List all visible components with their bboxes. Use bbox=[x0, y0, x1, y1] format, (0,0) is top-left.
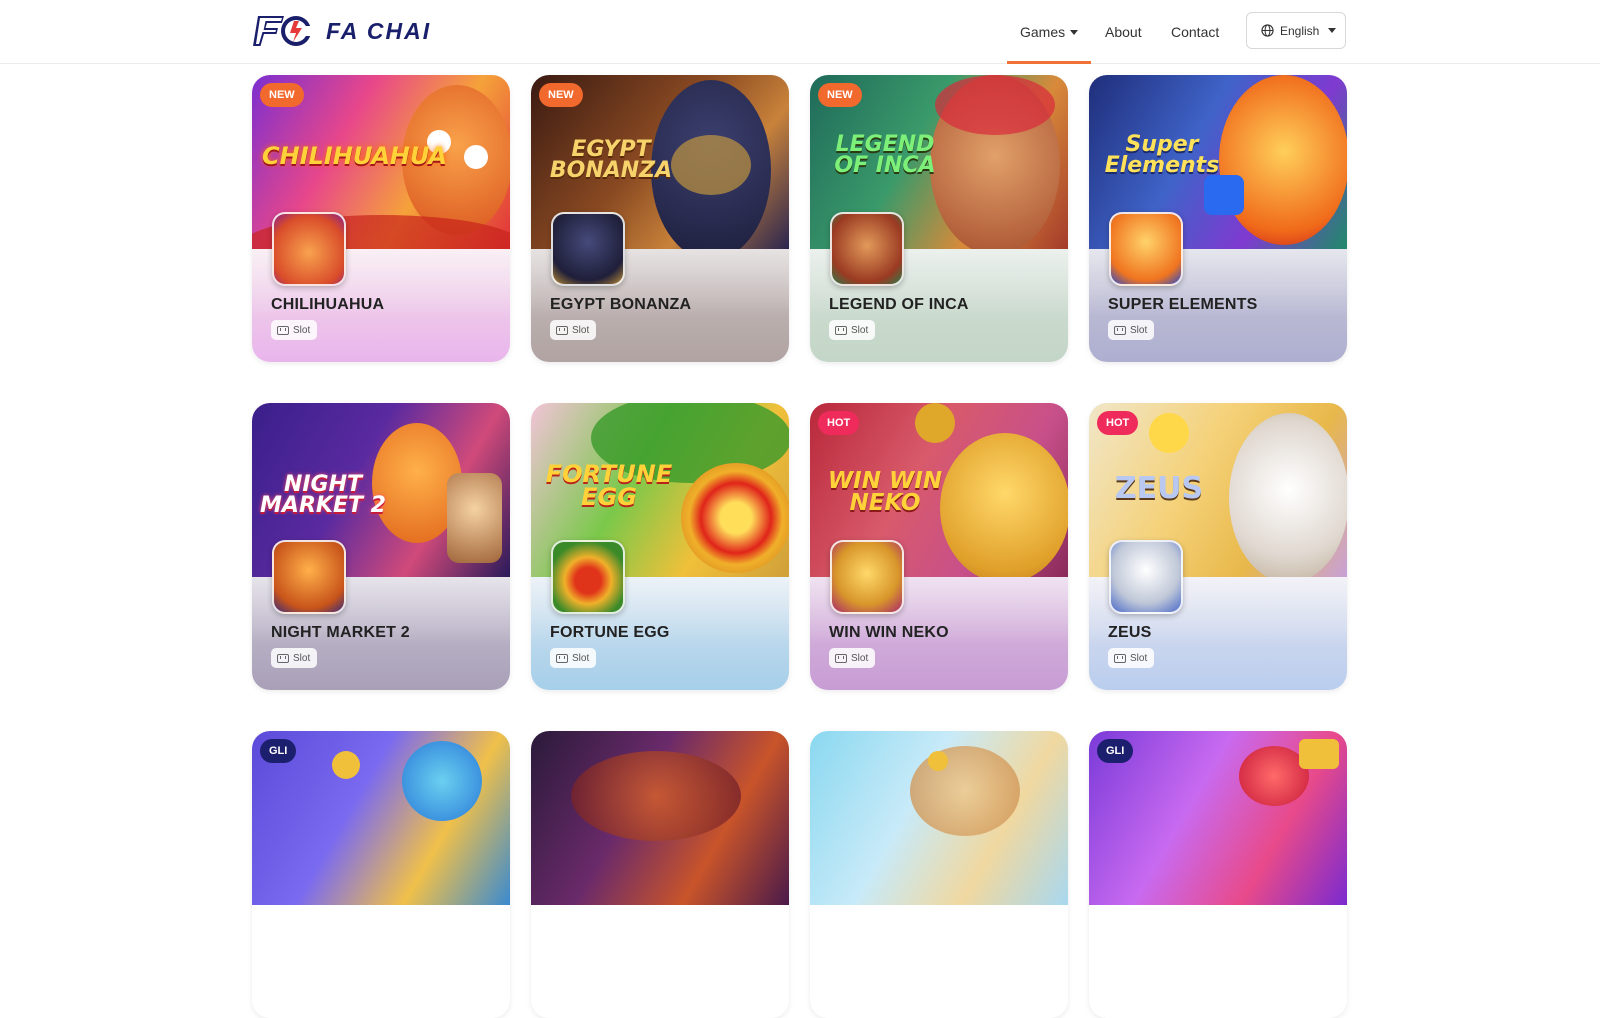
game-category-tag: Slot bbox=[829, 648, 876, 668]
game-title: WIN WIN NEKO bbox=[829, 624, 949, 641]
chevron-down-icon bbox=[1328, 28, 1337, 33]
nav-about-label: About bbox=[1105, 24, 1142, 40]
game-art-logo: ZEUS bbox=[1114, 471, 1204, 506]
game-category-label: Slot bbox=[1130, 324, 1148, 336]
game-card-win-win-neko[interactable]: WIN WIN NEKO HOT WIN WIN NEKO Slot bbox=[810, 403, 1068, 690]
game-category-tag: Slot bbox=[271, 648, 318, 668]
game-thumbnail bbox=[1109, 212, 1183, 286]
game-category-tag: Slot bbox=[1108, 320, 1155, 340]
game-card-zeus[interactable]: ZEUS HOT ZEUS Slot bbox=[1089, 403, 1347, 690]
gli-badge: GLI bbox=[1097, 739, 1134, 763]
game-thumbnail bbox=[830, 212, 904, 286]
game-art-logo: EGYPT BONANZA bbox=[549, 137, 673, 183]
game-art-logo: NIGHT MARKET 2 bbox=[260, 472, 386, 518]
language-label: English bbox=[1280, 23, 1320, 38]
slot-machine-icon bbox=[277, 325, 289, 335]
slot-machine-icon bbox=[835, 653, 847, 663]
nav-games-label: Games bbox=[1020, 24, 1066, 40]
game-card-legend-of-inca[interactable]: LEGEND OF INCA NEW LEGEND OF INCA Slot bbox=[810, 75, 1068, 362]
game-category-tag: Slot bbox=[550, 320, 597, 340]
language-selector[interactable]: English bbox=[1246, 12, 1346, 49]
game-category-label: Slot bbox=[293, 324, 311, 336]
game-title: NIGHT MARKET 2 bbox=[271, 624, 410, 641]
gli-badge: GLI bbox=[260, 739, 297, 763]
fachai-logo-icon bbox=[252, 13, 314, 49]
game-title: LEGEND OF INCA bbox=[829, 296, 969, 313]
game-category-tag: Slot bbox=[550, 648, 597, 668]
brand-logo[interactable]: FA CHAI bbox=[252, 13, 431, 49]
game-category-tag: Slot bbox=[271, 320, 318, 340]
game-title: EGYPT BONANZA bbox=[550, 296, 692, 313]
site-header: FA CHAI Games About Contact English bbox=[0, 0, 1600, 64]
new-badge: NEW bbox=[539, 83, 583, 107]
slot-machine-icon bbox=[556, 325, 568, 335]
game-card[interactable] bbox=[531, 731, 789, 1018]
nav-contact[interactable]: Contact bbox=[1171, 0, 1219, 64]
new-badge: NEW bbox=[818, 83, 862, 107]
nav-about[interactable]: About bbox=[1105, 0, 1142, 64]
game-art-logo: Super Elements bbox=[1104, 132, 1220, 178]
game-card-super-elements[interactable]: Super Elements SUPER ELEMENTS Slot bbox=[1089, 75, 1347, 362]
game-title: FORTUNE EGG bbox=[550, 624, 670, 641]
game-card-chilihuahua[interactable]: CHILIHUAHUA NEW CHILIHUAHUA Slot bbox=[252, 75, 510, 362]
game-category-label: Slot bbox=[293, 652, 311, 664]
game-category-tag: Slot bbox=[829, 320, 876, 340]
game-art-logo: WIN WIN NEKO bbox=[827, 468, 943, 516]
new-badge: NEW bbox=[260, 83, 304, 107]
slot-machine-icon bbox=[277, 653, 289, 663]
game-card[interactable]: GLI bbox=[252, 731, 510, 1018]
slot-machine-icon bbox=[556, 653, 568, 663]
game-banner-image bbox=[531, 731, 789, 905]
game-category-tag: Slot bbox=[1108, 648, 1155, 668]
game-thumbnail bbox=[272, 212, 346, 286]
game-category-label: Slot bbox=[1130, 652, 1148, 664]
slot-machine-icon bbox=[1114, 653, 1126, 663]
game-category-label: Slot bbox=[851, 324, 869, 336]
game-card[interactable]: GLI bbox=[1089, 731, 1347, 1018]
game-category-label: Slot bbox=[851, 652, 869, 664]
slot-machine-icon bbox=[1114, 325, 1126, 335]
game-banner-image bbox=[810, 731, 1068, 905]
nav-contact-label: Contact bbox=[1171, 24, 1220, 40]
game-art-logo: CHILIHUAHUA bbox=[262, 142, 447, 170]
game-thumbnail bbox=[272, 540, 346, 614]
game-title: SUPER ELEMENTS bbox=[1108, 296, 1258, 313]
game-thumbnail bbox=[1109, 540, 1183, 614]
game-card[interactable] bbox=[810, 731, 1068, 1018]
hot-badge: HOT bbox=[1097, 411, 1139, 435]
game-title: CHILIHUAHUA bbox=[271, 296, 385, 313]
game-thumbnail bbox=[830, 540, 904, 614]
game-card-night-market-2[interactable]: NIGHT MARKET 2 NIGHT MARKET 2 Slot bbox=[252, 403, 510, 690]
game-category-label: Slot bbox=[572, 324, 590, 336]
game-card-egypt-bonanza[interactable]: EGYPT BONANZA NEW EGYPT BONANZA Slot bbox=[531, 75, 789, 362]
slot-machine-icon bbox=[835, 325, 847, 335]
game-art-logo: FORTUNE EGG bbox=[545, 460, 673, 511]
brand-name: FA CHAI bbox=[326, 17, 432, 44]
game-card-fortune-egg[interactable]: FORTUNE EGG FORTUNE EGG Slot bbox=[531, 403, 789, 690]
game-thumbnail bbox=[551, 540, 625, 614]
chevron-down-icon bbox=[1070, 29, 1079, 35]
game-art-logo: LEGEND OF INCA bbox=[834, 132, 936, 178]
globe-icon bbox=[1261, 24, 1274, 37]
nav-games[interactable]: Games bbox=[1006, 0, 1092, 64]
hot-badge: HOT bbox=[818, 411, 860, 435]
game-title: ZEUS bbox=[1108, 624, 1152, 641]
game-category-label: Slot bbox=[572, 652, 590, 664]
game-thumbnail bbox=[551, 212, 625, 286]
